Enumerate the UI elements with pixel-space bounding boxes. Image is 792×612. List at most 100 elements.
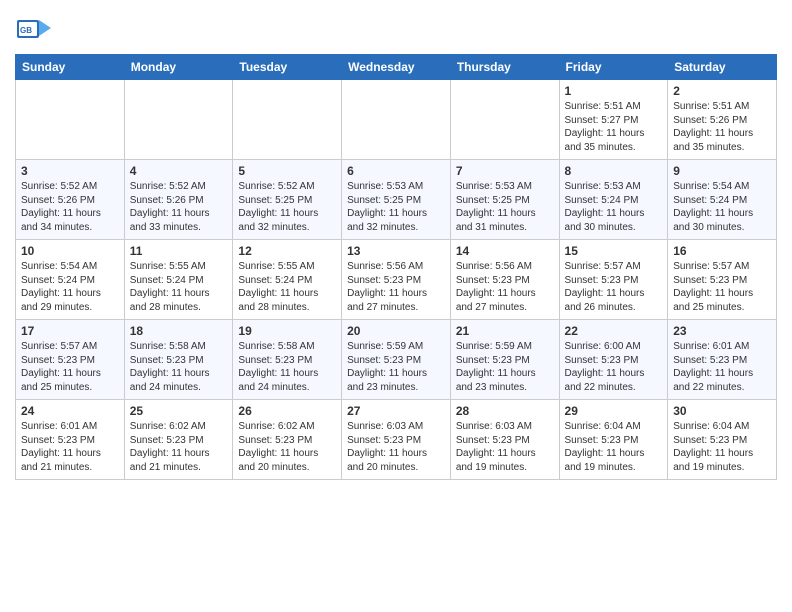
header: GB	[15, 10, 777, 46]
calendar-day-cell: 4 Sunrise: 5:52 AM Sunset: 5:26 PM Daylig…	[124, 160, 233, 240]
day-info: Sunrise: 5:59 AM Sunset: 5:23 PM Dayligh…	[347, 340, 445, 394]
day-number: 6	[347, 164, 445, 178]
day-number: 17	[21, 324, 119, 338]
day-info: Sunrise: 5:51 AM Sunset: 5:26 PM Dayligh…	[673, 100, 771, 154]
day-number: 5	[238, 164, 336, 178]
calendar-day-cell: 25Sunrise: 6:02 AM Sunset: 5:23 PM Dayli…	[124, 400, 233, 480]
day-info: Sunrise: 5:54 AM Sunset: 5:24 PM Dayligh…	[21, 260, 119, 314]
day-number: 14	[456, 244, 554, 258]
calendar-day-cell: 14 Sunrise: 5:56 AM Sunset: 5:23 PM Dayli…	[450, 240, 559, 320]
day-number: 4	[130, 164, 228, 178]
day-info: Sunrise: 6:01 AM Sunset: 5:23 PM Dayligh…	[673, 340, 771, 394]
day-number: 22	[565, 324, 663, 338]
day-number: 28	[456, 404, 554, 418]
calendar-day-cell: 24 Sunrise: 6:01 AM Sunset: 5:23 PM Dayli…	[16, 400, 125, 480]
day-number: 26	[238, 404, 336, 418]
day-info: Sunrise: 5:58 AM Sunset: 5:23 PM Dayligh…	[238, 340, 336, 394]
day-number: 23	[673, 324, 771, 338]
day-info: Sunrise: 5:55 AM Sunset: 5:24 PM Dayligh…	[238, 260, 336, 314]
calendar-day-cell	[16, 80, 125, 160]
day-number: 25	[130, 404, 228, 418]
calendar-week-row: 10 Sunrise: 5:54 AM Sunset: 5:24 PM Dayli…	[16, 240, 777, 320]
day-info: Sunrise: 6:00 AM Sunset: 5:23 PM Dayligh…	[565, 340, 663, 394]
calendar-day-cell: 2 Sunrise: 5:51 AM Sunset: 5:26 PM Daylig…	[668, 80, 777, 160]
calendar-day-cell: 21Sunrise: 5:59 AM Sunset: 5:23 PM Dayli…	[450, 320, 559, 400]
day-info: Sunrise: 6:03 AM Sunset: 5:23 PM Dayligh…	[456, 420, 554, 474]
day-info: Sunrise: 6:03 AM Sunset: 5:23 PM Dayligh…	[347, 420, 445, 474]
logo-icon: GB	[15, 10, 51, 46]
calendar: SundayMondayTuesdayWednesdayThursdayFrid…	[15, 54, 777, 480]
calendar-day-cell: 30 Sunrise: 6:04 AM Sunset: 5:23 PM Dayli…	[668, 400, 777, 480]
calendar-day-cell: 12 Sunrise: 5:55 AM Sunset: 5:24 PM Dayli…	[233, 240, 342, 320]
day-info: Sunrise: 6:04 AM Sunset: 5:23 PM Dayligh…	[673, 420, 771, 474]
day-number: 12	[238, 244, 336, 258]
weekday-header: Tuesday	[233, 55, 342, 80]
day-info: Sunrise: 5:53 AM Sunset: 5:25 PM Dayligh…	[347, 180, 445, 234]
calendar-week-row: 24 Sunrise: 6:01 AM Sunset: 5:23 PM Dayli…	[16, 400, 777, 480]
day-number: 29	[565, 404, 663, 418]
calendar-day-cell: 6 Sunrise: 5:53 AM Sunset: 5:25 PM Daylig…	[342, 160, 451, 240]
day-info: Sunrise: 5:57 AM Sunset: 5:23 PM Dayligh…	[565, 260, 663, 314]
calendar-day-cell: 3 Sunrise: 5:52 AM Sunset: 5:26 PM Daylig…	[16, 160, 125, 240]
calendar-week-row: 17 Sunrise: 5:57 AM Sunset: 5:23 PM Dayli…	[16, 320, 777, 400]
calendar-day-cell: 11 Sunrise: 5:55 AM Sunset: 5:24 PM Dayli…	[124, 240, 233, 320]
day-info: Sunrise: 5:58 AM Sunset: 5:23 PM Dayligh…	[130, 340, 228, 394]
calendar-day-cell: 23 Sunrise: 6:01 AM Sunset: 5:23 PM Dayli…	[668, 320, 777, 400]
logo: GB	[15, 10, 55, 46]
day-number: 3	[21, 164, 119, 178]
calendar-day-cell: 8Sunrise: 5:53 AM Sunset: 5:24 PM Daylig…	[559, 160, 668, 240]
day-info: Sunrise: 5:52 AM Sunset: 5:26 PM Dayligh…	[130, 180, 228, 234]
day-number: 19	[238, 324, 336, 338]
day-info: Sunrise: 5:53 AM Sunset: 5:25 PM Dayligh…	[456, 180, 554, 234]
calendar-header-row: SundayMondayTuesdayWednesdayThursdayFrid…	[16, 55, 777, 80]
calendar-day-cell	[233, 80, 342, 160]
weekday-header: Sunday	[16, 55, 125, 80]
calendar-day-cell: 10 Sunrise: 5:54 AM Sunset: 5:24 PM Dayli…	[16, 240, 125, 320]
day-number: 20	[347, 324, 445, 338]
day-number: 9	[673, 164, 771, 178]
day-info: Sunrise: 5:52 AM Sunset: 5:25 PM Dayligh…	[238, 180, 336, 234]
day-number: 24	[21, 404, 119, 418]
calendar-day-cell: 19 Sunrise: 5:58 AM Sunset: 5:23 PM Dayli…	[233, 320, 342, 400]
day-number: 30	[673, 404, 771, 418]
day-info: Sunrise: 6:04 AM Sunset: 5:23 PM Dayligh…	[565, 420, 663, 474]
weekday-header: Wednesday	[342, 55, 451, 80]
calendar-day-cell: 16 Sunrise: 5:57 AM Sunset: 5:23 PM Dayli…	[668, 240, 777, 320]
svg-text:GB: GB	[20, 26, 32, 35]
day-info: Sunrise: 5:52 AM Sunset: 5:26 PM Dayligh…	[21, 180, 119, 234]
calendar-week-row: 3 Sunrise: 5:52 AM Sunset: 5:26 PM Daylig…	[16, 160, 777, 240]
day-number: 16	[673, 244, 771, 258]
day-number: 27	[347, 404, 445, 418]
calendar-day-cell: 26 Sunrise: 6:02 AM Sunset: 5:23 PM Dayli…	[233, 400, 342, 480]
day-number: 8	[565, 164, 663, 178]
day-number: 1	[565, 84, 663, 98]
calendar-day-cell: 27 Sunrise: 6:03 AM Sunset: 5:23 PM Dayli…	[342, 400, 451, 480]
calendar-day-cell	[342, 80, 451, 160]
day-number: 15	[565, 244, 663, 258]
day-number: 2	[673, 84, 771, 98]
day-number: 11	[130, 244, 228, 258]
day-info: Sunrise: 5:55 AM Sunset: 5:24 PM Dayligh…	[130, 260, 228, 314]
day-info: Sunrise: 5:56 AM Sunset: 5:23 PM Dayligh…	[347, 260, 445, 314]
day-info: Sunrise: 6:02 AM Sunset: 5:23 PM Dayligh…	[238, 420, 336, 474]
day-info: Sunrise: 5:57 AM Sunset: 5:23 PM Dayligh…	[21, 340, 119, 394]
day-number: 18	[130, 324, 228, 338]
day-info: Sunrise: 5:56 AM Sunset: 5:23 PM Dayligh…	[456, 260, 554, 314]
day-info: Sunrise: 5:51 AM Sunset: 5:27 PM Dayligh…	[565, 100, 663, 154]
day-info: Sunrise: 5:54 AM Sunset: 5:24 PM Dayligh…	[673, 180, 771, 234]
weekday-header: Monday	[124, 55, 233, 80]
calendar-day-cell: 28 Sunrise: 6:03 AM Sunset: 5:23 PM Dayli…	[450, 400, 559, 480]
page: GB SundayMondayTuesdayWednesdayThursdayF…	[0, 0, 792, 612]
calendar-day-cell: 5 Sunrise: 5:52 AM Sunset: 5:25 PM Daylig…	[233, 160, 342, 240]
calendar-day-cell: 18 Sunrise: 5:58 AM Sunset: 5:23 PM Dayli…	[124, 320, 233, 400]
calendar-week-row: 1 Sunrise: 5:51 AM Sunset: 5:27 PM Daylig…	[16, 80, 777, 160]
calendar-day-cell: 9 Sunrise: 5:54 AM Sunset: 5:24 PM Daylig…	[668, 160, 777, 240]
calendar-day-cell: 1 Sunrise: 5:51 AM Sunset: 5:27 PM Daylig…	[559, 80, 668, 160]
day-info: Sunrise: 6:01 AM Sunset: 5:23 PM Dayligh…	[21, 420, 119, 474]
weekday-header: Saturday	[668, 55, 777, 80]
day-info: Sunrise: 5:59 AM Sunset: 5:23 PM Dayligh…	[456, 340, 554, 394]
day-number: 13	[347, 244, 445, 258]
day-number: 10	[21, 244, 119, 258]
calendar-day-cell	[124, 80, 233, 160]
day-info: Sunrise: 5:57 AM Sunset: 5:23 PM Dayligh…	[673, 260, 771, 314]
